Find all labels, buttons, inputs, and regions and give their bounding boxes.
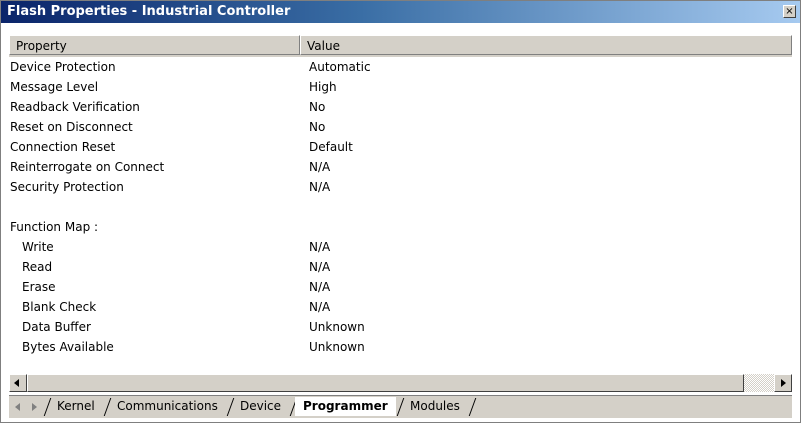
property-row[interactable]: Erase N/A (9, 277, 792, 297)
property-value: N/A (309, 180, 331, 194)
property-name: Function Map : (10, 220, 99, 234)
scroll-right-button[interactable] (774, 374, 792, 392)
property-value: High (309, 80, 337, 94)
property-row[interactable]: Device Protection Automatic (9, 57, 792, 77)
tab-kernel[interactable]: Kernel (49, 397, 103, 416)
property-row[interactable]: Function Map : (9, 217, 792, 237)
tab-scroll-left-button[interactable] (11, 400, 25, 414)
property-row[interactable]: Message Level High (9, 77, 792, 97)
title-bar[interactable]: Flash Properties - Industrial Controller… (1, 1, 800, 23)
property-row[interactable]: Reset on Disconnect No (9, 117, 792, 137)
tab-programmer[interactable]: Programmer (295, 397, 396, 416)
property-value: Unknown (309, 340, 365, 354)
property-value: Unknown (309, 320, 365, 334)
property-name: Write (22, 240, 54, 254)
property-value: N/A (309, 160, 331, 174)
property-value: N/A (309, 280, 331, 294)
arrow-right-icon (781, 379, 786, 387)
property-row[interactable]: Read N/A (9, 257, 792, 277)
property-row[interactable]: Data Buffer Unknown (9, 317, 792, 337)
property-row[interactable]: Connection Reset Default (9, 137, 792, 157)
property-list: Device Protection Automatic Message Level H… (9, 57, 792, 369)
property-row[interactable] (9, 197, 792, 217)
property-value: N/A (309, 300, 331, 314)
property-name: Security Protection (10, 180, 124, 194)
property-name: Connection Reset (10, 140, 116, 154)
property-name: Device Protection (10, 60, 116, 74)
arrow-left-icon (15, 403, 20, 411)
property-name: Reinterrogate on Connect (10, 160, 165, 174)
property-name: Readback Verification (10, 100, 140, 114)
property-name: Erase (22, 280, 56, 294)
property-row[interactable]: Readback Verification No (9, 97, 792, 117)
close-button[interactable]: × (783, 5, 796, 18)
property-name: Reset on Disconnect (10, 120, 133, 134)
tab-modules[interactable]: Modules (402, 397, 468, 416)
property-name: Bytes Available (22, 340, 114, 354)
property-value: Default (309, 140, 353, 154)
property-row[interactable]: Write N/A (9, 237, 792, 257)
window-title: Flash Properties - Industrial Controller (7, 4, 291, 19)
property-name: Data Buffer (22, 320, 91, 334)
property-value: Automatic (309, 60, 371, 74)
arrow-right-icon (32, 403, 37, 411)
property-name: Blank Check (22, 300, 97, 314)
tab-scroll-right-button[interactable] (27, 400, 41, 414)
properties-window: Flash Properties - Industrial Controller… (0, 0, 801, 423)
property-row[interactable]: Security Protection N/A (9, 177, 792, 197)
property-value: No (309, 100, 326, 114)
close-icon: × (785, 6, 794, 17)
scroll-left-button[interactable] (9, 374, 27, 392)
property-row[interactable]: Blank Check N/A (9, 297, 792, 317)
tab-communications[interactable]: Communications (109, 397, 226, 416)
tab-bar: Kernel Communications Device Programmer Modu… (9, 395, 792, 418)
property-value: N/A (309, 260, 331, 274)
property-row[interactable]: Reinterrogate on Connect N/A (9, 157, 792, 177)
property-name: Message Level (10, 80, 99, 94)
tab-divider (468, 398, 477, 416)
column-header: Property Value (9, 35, 792, 57)
property-value: No (309, 120, 326, 134)
scrollbar-track[interactable] (744, 374, 774, 392)
scrollbar-thumb[interactable] (27, 374, 744, 392)
arrow-left-icon (14, 379, 19, 387)
tab-device[interactable]: Device (232, 397, 289, 416)
property-column-header[interactable]: Property (9, 35, 300, 55)
property-row[interactable]: Bytes Available Unknown (9, 337, 792, 357)
property-value: N/A (309, 240, 331, 254)
horizontal-scrollbar[interactable] (9, 374, 792, 392)
value-column-header[interactable]: Value (300, 35, 792, 55)
property-name: Read (22, 260, 53, 274)
